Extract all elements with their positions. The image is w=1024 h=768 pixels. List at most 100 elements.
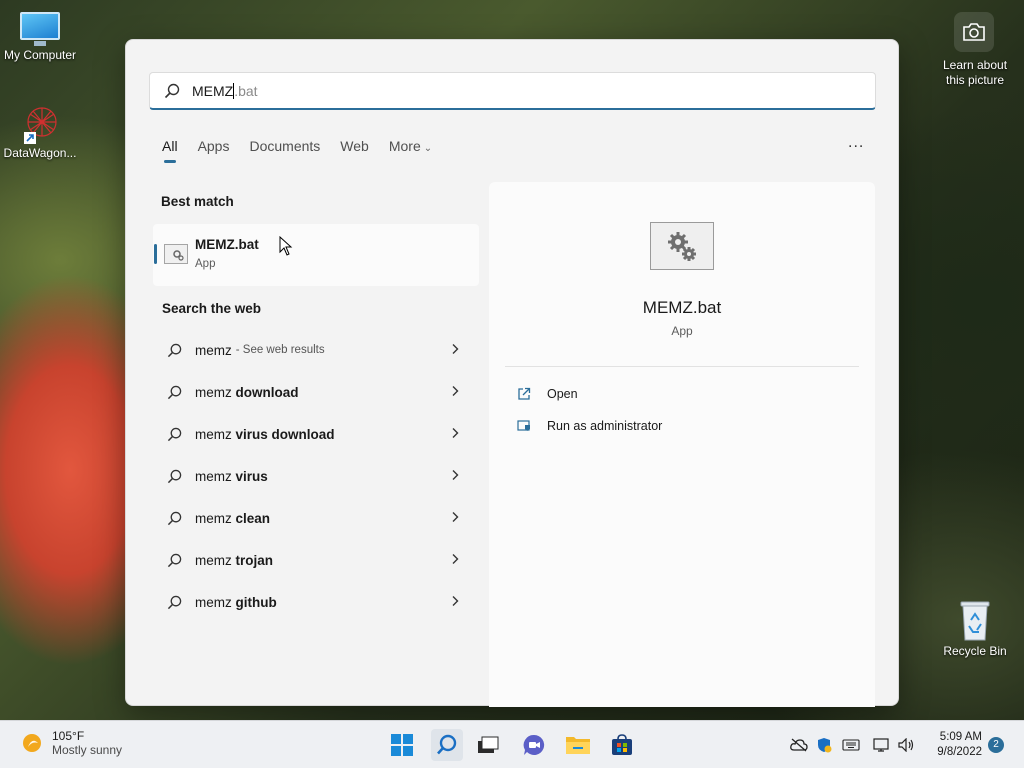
run-as-admin-label: Run as administrator [547,419,663,433]
computer-icon [18,12,62,46]
recycle-bin-icon [955,598,995,642]
store-button[interactable] [606,729,638,761]
web-result-row[interactable]: memz virus download [153,413,479,455]
start-button[interactable] [386,729,418,761]
chevron-right-icon [451,343,459,358]
file-explorer-icon [566,737,590,754]
web-result-query: memz download [195,384,299,400]
weather-condition: Mostly sunny [52,743,123,757]
web-result-hint: - See web results [235,344,325,356]
desktop-icon-my-computer[interactable]: My Computer [0,12,80,62]
open-icon [517,387,533,401]
clock-time: 5:09 AM [939,731,982,743]
web-result-row[interactable]: memz clean [153,497,479,539]
search-taskbar-button[interactable] [431,729,463,761]
chat-icon [523,734,545,755]
desktop-icon-recycle-bin[interactable]: Recycle Bin [935,598,1015,658]
notification-badge[interactable]: 2 [988,737,1004,753]
tab-documents[interactable]: Documents [249,138,320,154]
web-result-row[interactable]: memz virus [153,455,479,497]
best-match-heading: Best match [161,194,234,209]
search-icon [167,511,183,526]
tab-all[interactable]: All [162,138,178,163]
volume-icon[interactable] [898,737,916,753]
desktop-icon-label: Recycle Bin [943,644,1007,658]
search-tabs: All Apps Documents Web More ⌄ [162,138,452,163]
sun-icon [23,734,41,752]
web-result-row[interactable]: memz download [153,371,479,413]
web-result-row[interactable]: memz trojan [153,539,479,581]
search-icon [437,734,457,755]
admin-shield-icon [517,419,533,433]
chat-button[interactable] [518,729,550,761]
web-result-row[interactable]: memz - See web results [153,329,479,371]
cloud-offline-icon[interactable] [790,737,808,753]
taskbar: 105°F Mostly sunny 5:09 AM 9/8/2022 2 [0,720,1024,768]
camera-label-line2: this picture [945,73,1005,87]
weather-widget[interactable]: 105°F Mostly sunny [20,729,122,757]
chevron-right-icon [451,469,459,484]
learn-about-picture-button[interactable] [954,12,994,52]
chevron-right-icon [451,385,459,400]
detail-type: App [671,324,693,338]
web-result-query: memz virus download [195,426,335,442]
search-icon [167,553,183,568]
mouse-cursor-icon [279,236,293,256]
chevron-right-icon [451,553,459,568]
chevron-right-icon [451,511,459,526]
desktop-icon-label: DataWagon... [3,146,77,160]
web-result-query: memz trojan [195,552,274,568]
tab-apps[interactable]: Apps [198,138,230,154]
search-input[interactable]: MEMZ.bat [149,72,876,110]
store-icon [612,734,632,755]
web-result-query: memz virus [195,468,268,484]
search-suggestion: .bat [234,82,258,99]
search-icon [167,469,183,484]
search-icon [164,83,180,98]
task-view-button[interactable] [472,729,504,761]
clock-date: 9/8/2022 [937,746,982,758]
desktop-icon-datawagon[interactable]: DataWagon... [0,104,80,160]
detail-pane: MEMZ.bat App Open Run as administrator [489,182,875,707]
detail-title: MEMZ.bat [642,298,722,317]
chevron-right-icon [451,595,459,610]
keyboard-icon[interactable] [842,737,860,753]
tab-web[interactable]: Web [340,138,369,154]
best-match-item[interactable]: MEMZ.bat App [153,224,479,286]
more-options-button[interactable]: ... [848,134,864,152]
desktop-icon-label: My Computer [3,48,77,62]
search-icon [167,343,183,358]
web-result-row[interactable]: memz github [153,581,479,623]
best-match-name: MEMZ.bat [195,237,259,252]
file-explorer-button[interactable] [562,729,594,761]
web-result-query: memz github [195,594,277,610]
selection-indicator [154,244,157,264]
task-view-icon [478,736,499,753]
network-icon[interactable] [873,737,891,753]
security-shield-icon[interactable] [815,737,833,753]
camera-label-line1: Learn about [942,58,1008,72]
search-icon [167,427,183,442]
learn-about-picture-label[interactable]: Learn about this picture [934,58,1016,88]
open-action-label: Open [547,387,578,401]
weather-temp: 105°F [52,729,85,743]
open-action[interactable]: Open [517,387,578,401]
datawagon-icon [16,104,64,144]
search-typed-text: MEMZ.bat [192,82,258,99]
web-result-query: memz [195,342,232,358]
tab-more-label: More [388,138,421,154]
clock[interactable]: 5:09 AM 9/8/2022 [926,730,982,760]
batch-file-icon [164,244,188,264]
start-icon [391,734,413,756]
search-web-heading: Search the web [162,301,262,316]
search-icon [167,385,183,400]
web-results-list: memz - See web results memz download memz v… [153,329,479,623]
search-icon [167,595,183,610]
web-result-query: memz clean [195,510,271,526]
chevron-down-icon: ⌄ [423,143,433,154]
tab-more[interactable]: More ⌄ [389,138,432,154]
run-as-admin-action[interactable]: Run as administrator [517,419,662,433]
divider [505,366,859,367]
best-match-type: App [195,258,216,270]
search-panel: MEMZ.bat All Apps Documents Web More ⌄ ..… [125,39,899,707]
